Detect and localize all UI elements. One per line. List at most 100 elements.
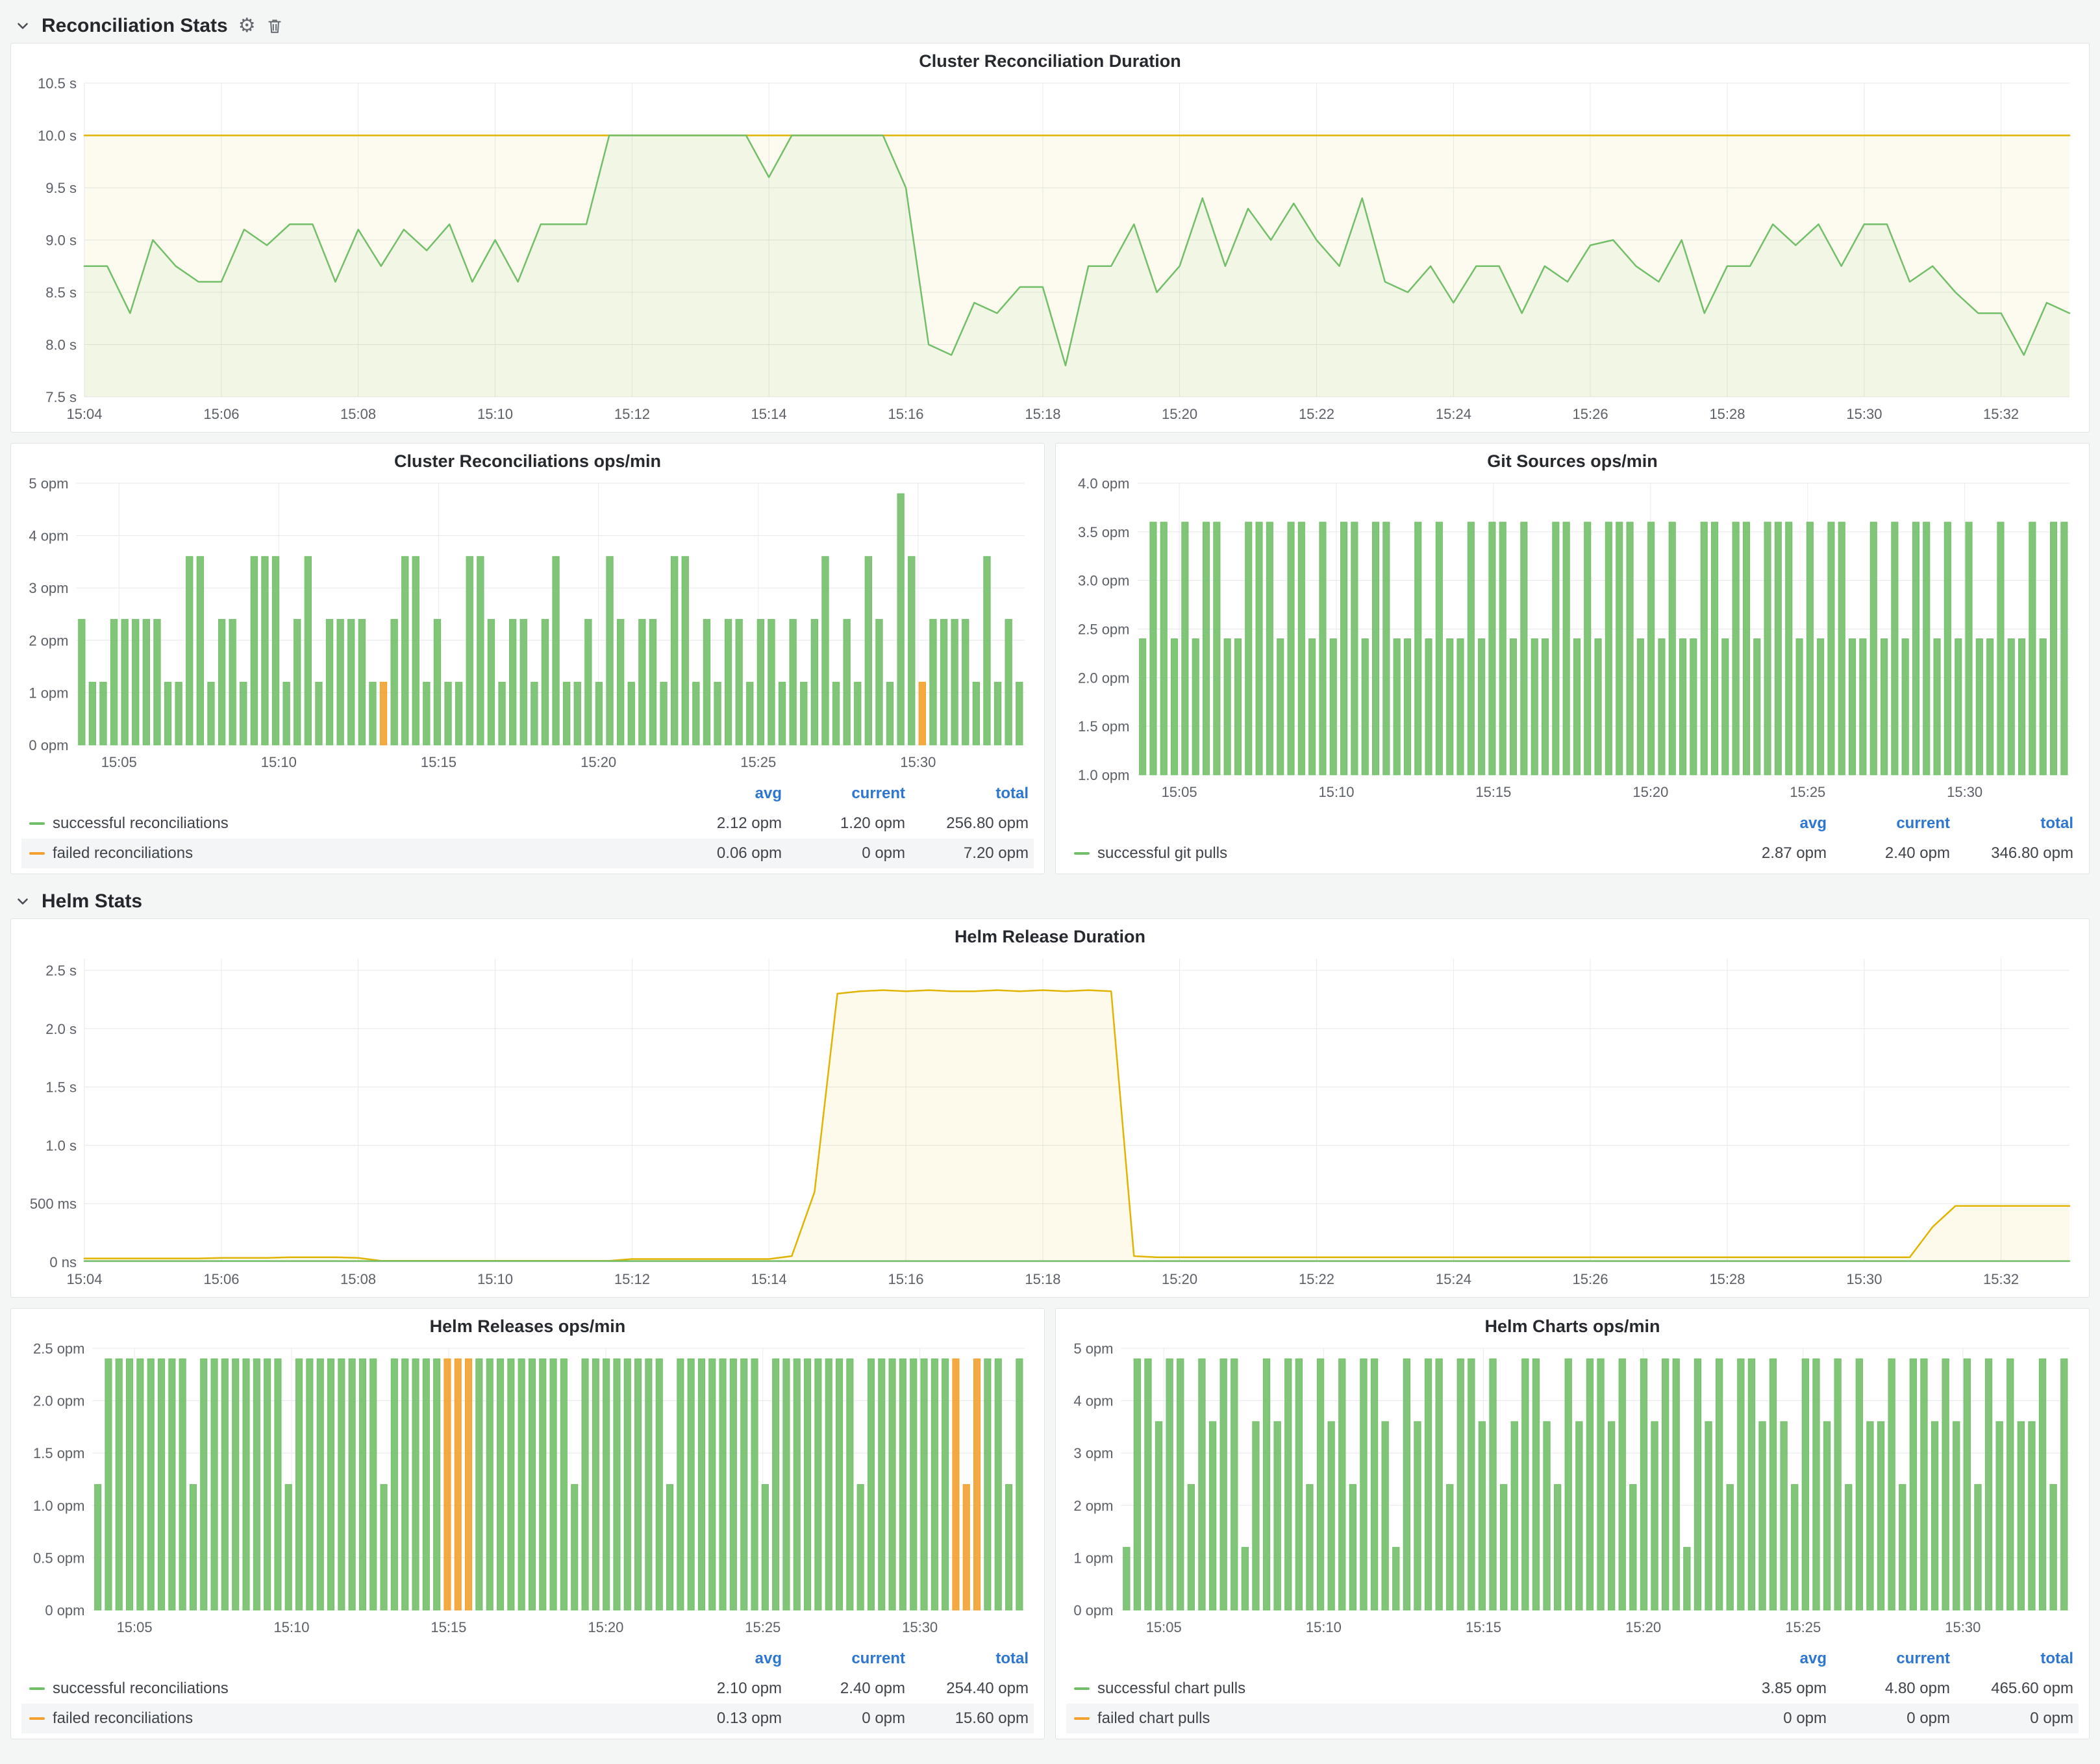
legend-col-current[interactable]: current: [787, 1650, 910, 1668]
panel-helm-charts-opm: Helm Charts ops/min 15:0515:1015:1515:20…: [1055, 1308, 2090, 1739]
legend-col-avg[interactable]: avg: [1708, 814, 1832, 833]
panel-title[interactable]: Helm Charts ops/min: [1065, 1317, 2080, 1337]
chart-helm-charts-opm[interactable]: 15:0515:1015:1515:2015:2515:300 opm1 opm…: [1065, 1339, 2080, 1640]
chart-helm-release-duration[interactable]: 15:0415:0615:0815:1015:1215:1415:1615:18…: [20, 950, 2080, 1292]
svg-text:15:10: 15:10: [261, 754, 297, 770]
legend-series-name[interactable]: failed chart pulls: [1097, 1709, 1210, 1728]
legend-col-avg[interactable]: avg: [664, 785, 787, 803]
chart-helm-releases-opm[interactable]: 15:0515:1015:1515:2015:2515:300 opm0.5 o…: [20, 1339, 1035, 1640]
legend-swatch: [29, 852, 45, 855]
chevron-down-icon[interactable]: [14, 893, 31, 910]
legend-col-current[interactable]: current: [787, 785, 910, 803]
svg-text:4.0 opm: 4.0 opm: [1078, 475, 1130, 492]
svg-text:10.0 s: 10.0 s: [38, 128, 77, 144]
panel-title[interactable]: Helm Release Duration: [20, 927, 2080, 947]
row-header-helm-stats: Helm Stats: [10, 885, 2090, 918]
legend-col-current[interactable]: current: [1832, 814, 1955, 833]
trash-icon[interactable]: [266, 18, 283, 34]
chevron-down-icon[interactable]: [14, 18, 31, 34]
legend-row: successful chart pulls3.85 opm4.80 opm46…: [1066, 1674, 2079, 1704]
svg-text:9.5 s: 9.5 s: [45, 180, 77, 196]
svg-text:15:10: 15:10: [477, 1271, 513, 1287]
svg-text:15:20: 15:20: [1625, 1619, 1661, 1635]
chart-svg[interactable]: 15:0515:1015:1515:2015:2515:300 opm0.5 o…: [20, 1339, 1035, 1640]
svg-text:2.5 s: 2.5 s: [45, 963, 77, 979]
svg-text:3 opm: 3 opm: [29, 580, 68, 596]
panel-title[interactable]: Cluster Reconciliations ops/min: [20, 451, 1035, 472]
svg-text:10.5 s: 10.5 s: [38, 75, 77, 92]
svg-text:15:15: 15:15: [1475, 784, 1511, 800]
legend-col-total[interactable]: total: [1955, 1650, 2079, 1668]
svg-text:3.0 opm: 3.0 opm: [1078, 573, 1130, 589]
svg-text:15:25: 15:25: [1785, 1619, 1821, 1635]
svg-text:15:30: 15:30: [1945, 1619, 1981, 1635]
chart-svg[interactable]: 15:0515:1015:1515:2015:2515:301.0 opm1.5…: [1065, 474, 2080, 805]
svg-text:15:20: 15:20: [1162, 1271, 1197, 1287]
svg-text:1.5 opm: 1.5 opm: [33, 1445, 85, 1461]
legend-series-name[interactable]: successful git pulls: [1097, 844, 1227, 863]
chart-svg[interactable]: 15:0515:1015:1515:2015:2515:300 opm1 opm…: [1065, 1339, 2080, 1640]
svg-text:1.0 opm: 1.0 opm: [1078, 767, 1130, 783]
svg-text:15:04: 15:04: [66, 1271, 102, 1287]
svg-text:15:25: 15:25: [745, 1619, 781, 1635]
legend-value: 2.40 opm: [1832, 844, 1955, 863]
legend-col-avg[interactable]: avg: [1708, 1650, 1832, 1668]
legend-col-total[interactable]: total: [910, 1650, 1034, 1668]
svg-text:15:30: 15:30: [900, 754, 936, 770]
legend-series-name[interactable]: successful reconciliations: [53, 814, 229, 833]
legend-value: 346.80 opm: [1955, 844, 2079, 863]
svg-text:8.5 s: 8.5 s: [45, 284, 77, 301]
grafana-dashboard: { "page": { "background": "#f4f5f5" }, "…: [0, 0, 2100, 1764]
chart-svg[interactable]: 15:0415:0615:0815:1015:1215:1415:1615:18…: [20, 74, 2080, 427]
legend-series-name[interactable]: successful reconciliations: [53, 1680, 229, 1698]
panel-title[interactable]: Helm Releases ops/min: [20, 1317, 1035, 1337]
chart-git-sources-opm[interactable]: 15:0515:1015:1515:2015:2515:301.0 opm1.5…: [1065, 474, 2080, 805]
svg-text:15:32: 15:32: [1983, 406, 2019, 422]
svg-text:5 opm: 5 opm: [1073, 1341, 1113, 1357]
svg-text:15:15: 15:15: [1466, 1619, 1501, 1635]
section-title[interactable]: Helm Stats: [42, 890, 142, 913]
svg-text:15:10: 15:10: [477, 406, 513, 422]
chart-cluster-reconciliation-duration[interactable]: 15:0415:0615:0815:1015:1215:1415:1615:18…: [20, 74, 2080, 427]
legend-series-name[interactable]: successful chart pulls: [1097, 1680, 1245, 1698]
legend-value: 7.20 opm: [910, 844, 1034, 863]
section-title[interactable]: Reconciliation Stats: [42, 15, 228, 37]
svg-text:15:14: 15:14: [751, 406, 787, 422]
legend-series-name[interactable]: failed reconciliations: [53, 1709, 193, 1728]
legend-git-sources: avgcurrenttotal successful git pulls2.87 …: [1065, 809, 2080, 868]
svg-text:0 ns: 0 ns: [49, 1254, 77, 1270]
row-header-reconciliation-stats: Reconciliation Stats ⚙: [10, 9, 2090, 43]
legend-row: successful git pulls2.87 opm2.40 opm346.…: [1066, 838, 2079, 868]
panel-helm-releases-opm: Helm Releases ops/min 15:0515:1015:1515:…: [10, 1308, 1045, 1739]
svg-text:15:16: 15:16: [888, 406, 923, 422]
legend-col-current[interactable]: current: [1832, 1650, 1955, 1668]
chart-svg[interactable]: 15:0515:1015:1515:2015:2515:300 opm1 opm…: [20, 474, 1035, 775]
legend-helm-charts: avgcurrenttotal successful chart pulls3.8…: [1065, 1644, 2080, 1733]
panel-title[interactable]: Cluster Reconciliation Duration: [20, 51, 2080, 71]
svg-text:15:10: 15:10: [1306, 1619, 1342, 1635]
panel-title[interactable]: Git Sources ops/min: [1065, 451, 2080, 472]
chart-cluster-reconciliations-opm[interactable]: 15:0515:1015:1515:2015:2515:300 opm1 opm…: [20, 474, 1035, 775]
legend-value: 0.06 opm: [664, 844, 787, 863]
svg-text:15:24: 15:24: [1436, 406, 1471, 422]
legend-col-total[interactable]: total: [1955, 814, 2079, 833]
chart-svg[interactable]: 15:0415:0615:0815:1015:1215:1415:1615:18…: [20, 950, 2080, 1292]
svg-text:4 opm: 4 opm: [1073, 1393, 1113, 1409]
svg-text:15:15: 15:15: [431, 1619, 466, 1635]
gear-icon[interactable]: ⚙: [238, 16, 256, 36]
legend-series-name[interactable]: failed reconciliations: [53, 844, 193, 863]
legend-value: 0 opm: [1955, 1709, 2079, 1728]
legend-col-total[interactable]: total: [910, 785, 1034, 803]
svg-text:15:18: 15:18: [1025, 1271, 1060, 1287]
legend-header: avgcurrenttotal: [21, 779, 1034, 809]
svg-text:2.0 s: 2.0 s: [45, 1021, 77, 1037]
svg-text:0 opm: 0 opm: [1073, 1602, 1113, 1619]
legend-value: 0 opm: [787, 1709, 910, 1728]
svg-text:15:32: 15:32: [1983, 1271, 2019, 1287]
svg-text:15:20: 15:20: [581, 754, 616, 770]
legend-swatch: [29, 822, 45, 825]
legend-swatch: [1074, 1717, 1090, 1720]
svg-text:15:26: 15:26: [1573, 406, 1608, 422]
svg-text:15:26: 15:26: [1573, 1271, 1608, 1287]
legend-col-avg[interactable]: avg: [664, 1650, 787, 1668]
